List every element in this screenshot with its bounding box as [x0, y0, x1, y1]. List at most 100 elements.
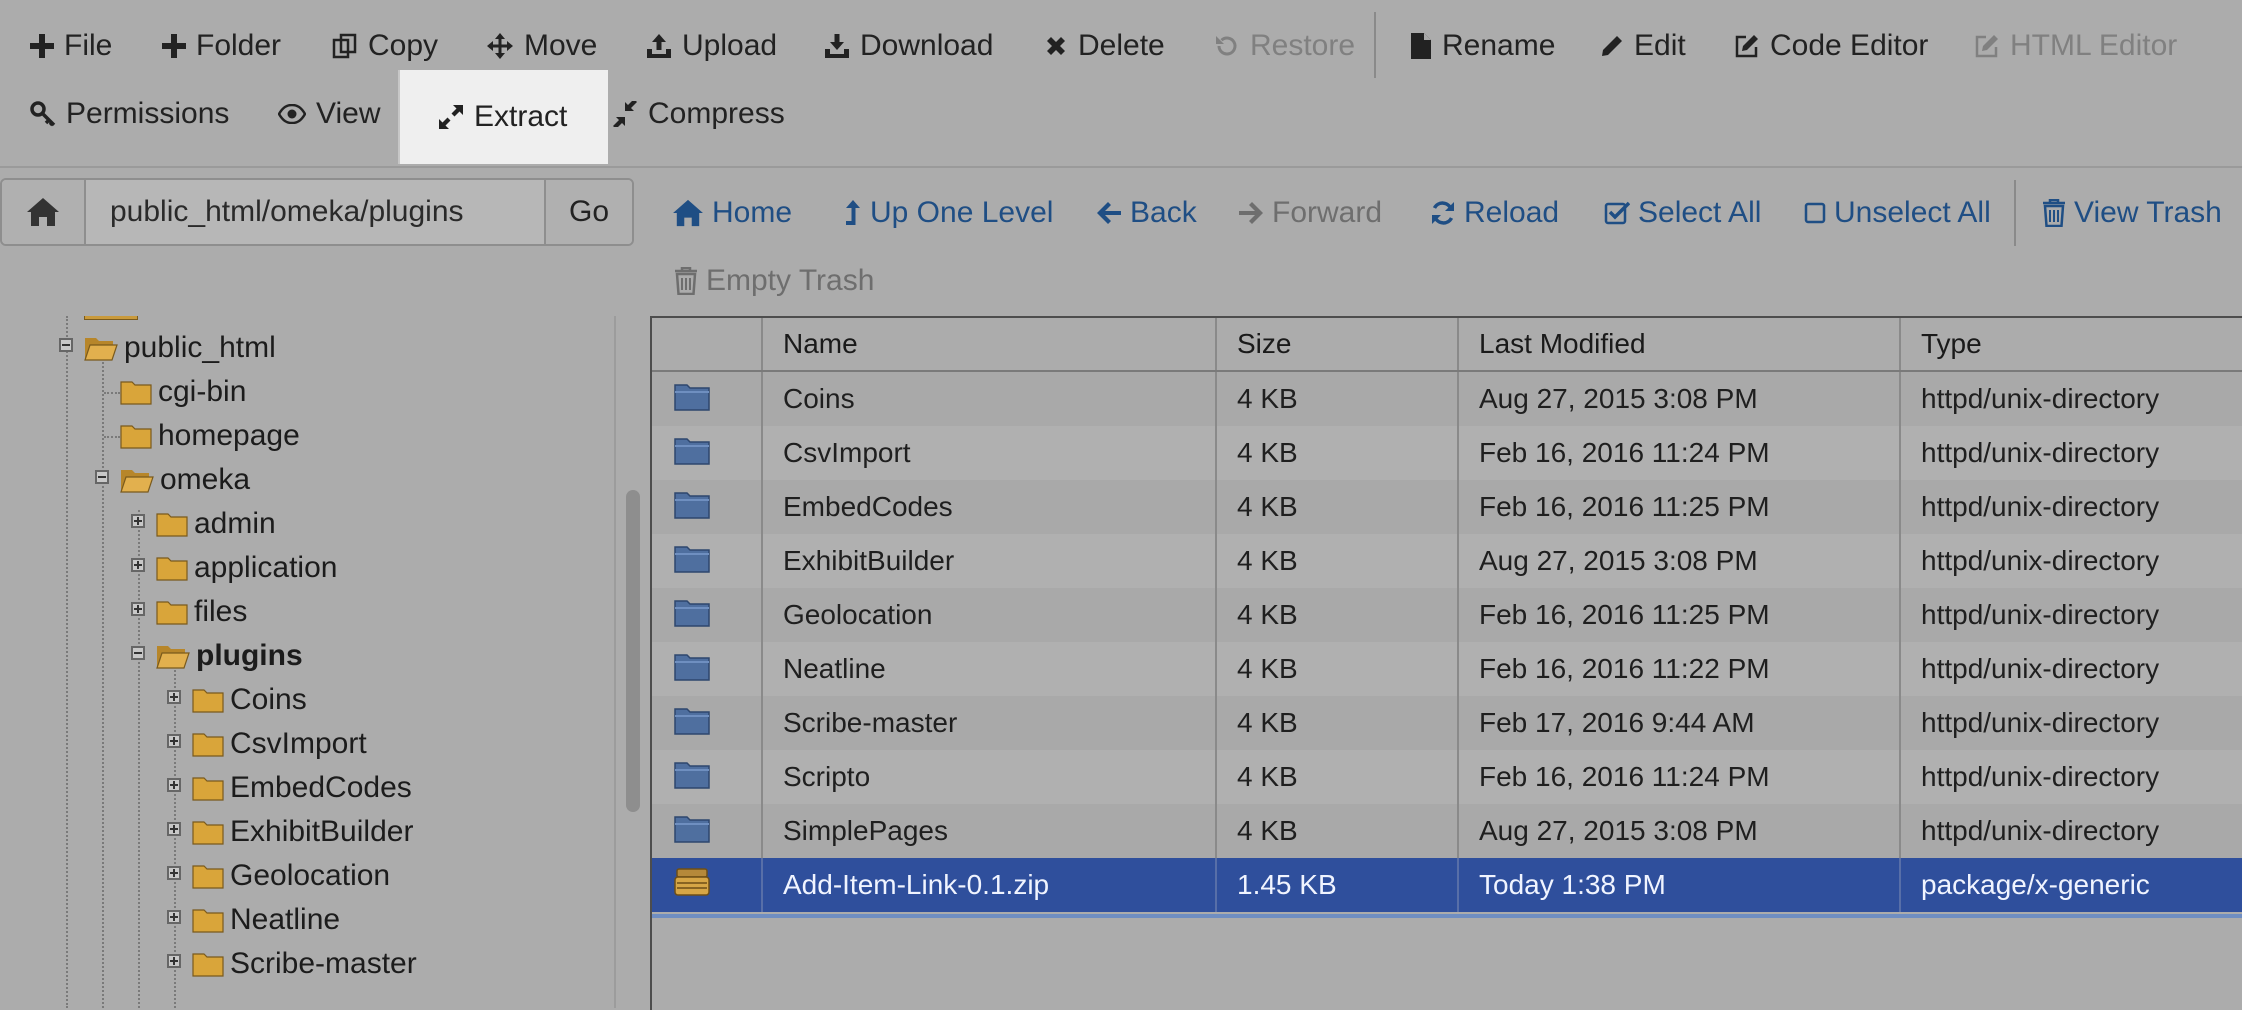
up-one-level-button[interactable]: Up One Level: [844, 188, 1053, 238]
file-icon: [1411, 33, 1431, 59]
folder-icon: [674, 653, 710, 681]
row-icon: [652, 426, 763, 480]
folder-icon: [192, 689, 224, 713]
row-name: Coins: [762, 371, 1217, 426]
reload-button[interactable]: Reload: [1430, 188, 1559, 238]
upload-icon: [647, 34, 671, 58]
folder-icon: [674, 815, 710, 843]
download-icon: [825, 34, 849, 58]
column-header-icon[interactable]: [652, 318, 763, 372]
tree-item-scribe-master[interactable]: Scribe-master: [192, 944, 417, 984]
row-type: httpd/unix-directory: [1900, 480, 2242, 534]
tree-toggle[interactable]: [131, 514, 145, 528]
tree-item-geolocation[interactable]: Geolocation: [192, 856, 390, 896]
tree-toggle[interactable]: [167, 822, 181, 836]
row-name: Neatline: [762, 642, 1217, 696]
row-size: 4 KB: [1216, 480, 1459, 534]
upload-button[interactable]: Upload: [646, 12, 777, 80]
row-name: Geolocation: [762, 588, 1217, 642]
row-last-modified: Aug 27, 2015 3:08 PM: [1458, 534, 1901, 588]
restore-button[interactable]: Restore: [1214, 12, 1355, 80]
row-type: httpd/unix-directory: [1900, 750, 2242, 804]
plus-icon: [30, 34, 54, 58]
table-row[interactable]: Scripto 4 KB Feb 16, 2016 11:24 PM httpd/un…: [652, 750, 2242, 804]
path-input[interactable]: [86, 180, 544, 244]
folder-icon: [674, 545, 710, 573]
tree-item-omeka[interactable]: omeka: [120, 460, 250, 500]
row-last-modified: Feb 16, 2016 11:22 PM: [1458, 642, 1901, 696]
tree-item-cgi-bin[interactable]: cgi-bin: [120, 372, 246, 412]
column-header-size[interactable]: Size: [1216, 318, 1459, 372]
tree-toggle[interactable]: [167, 734, 181, 748]
tree-item-homepage[interactable]: homepage: [120, 416, 300, 456]
folder-open-icon: [120, 470, 154, 493]
table-row[interactable]: EmbedCodes 4 KB Feb 16, 2016 11:25 PM httpd…: [652, 480, 2242, 534]
edit-button[interactable]: Edit: [1600, 12, 1686, 80]
selected-row-underline: [652, 914, 2242, 918]
code-editor-button[interactable]: Code Editor: [1734, 12, 1928, 80]
tree-item-csvimport[interactable]: CsvImport: [192, 724, 367, 764]
row-last-modified: Aug 27, 2015 3:08 PM: [1458, 804, 1901, 858]
extract-button[interactable]: Extract: [398, 70, 608, 164]
tree-toggle[interactable]: [167, 690, 181, 704]
nav-home-button[interactable]: Home: [672, 188, 792, 238]
view-trash-button[interactable]: View Trash: [2042, 188, 2222, 238]
tree-toggle[interactable]: [167, 778, 181, 792]
tree-item-admin[interactable]: admin: [156, 504, 276, 544]
tree-item-files[interactable]: files: [156, 592, 247, 632]
table-row[interactable]: Geolocation 4 KB Feb 16, 2016 11:25 PM http…: [652, 588, 2242, 642]
table-row[interactable]: Neatline 4 KB Feb 16, 2016 11:22 PM httpd/u…: [652, 642, 2242, 696]
tree-toggle[interactable]: [59, 338, 73, 352]
eye-icon: [278, 104, 306, 124]
path-home-button[interactable]: [2, 180, 86, 244]
forward-button[interactable]: Forward: [1238, 188, 1382, 238]
tree-toggle[interactable]: [131, 602, 145, 616]
go-button[interactable]: Go: [544, 180, 632, 244]
tree-item-application[interactable]: application: [156, 548, 337, 588]
file-table: Name Size Last Modified Type Coins 4 KB Au…: [652, 318, 2242, 912]
row-name: Scripto: [762, 750, 1217, 804]
row-size: 4 KB: [1216, 750, 1459, 804]
table-row[interactable]: CsvImport 4 KB Feb 16, 2016 11:24 PM httpd/…: [652, 426, 2242, 480]
file-button[interactable]: File: [30, 12, 112, 80]
row-last-modified: Aug 27, 2015 3:08 PM: [1458, 371, 1901, 426]
folder-button[interactable]: Folder: [162, 12, 281, 80]
delete-button[interactable]: Delete: [1044, 12, 1165, 80]
empty-trash-button[interactable]: Empty Trash: [674, 256, 874, 306]
table-row[interactable]: SimplePages 4 KB Aug 27, 2015 3:08 PM httpd…: [652, 804, 2242, 858]
column-header-name[interactable]: Name: [762, 318, 1217, 372]
tree-item-embedcodes[interactable]: EmbedCodes: [192, 768, 412, 808]
tree-toggle[interactable]: [167, 866, 181, 880]
column-header-type[interactable]: Type: [1900, 318, 2242, 372]
tree-item-exhibitbuilder[interactable]: ExhibitBuilder: [192, 812, 413, 852]
back-button[interactable]: Back: [1096, 188, 1197, 238]
row-icon: [652, 750, 763, 804]
table-row[interactable]: Add-Item-Link-0.1.zip 1.45 KB Today 1:38 P…: [652, 858, 2242, 912]
download-button[interactable]: Download: [824, 12, 993, 80]
unselect-all-button[interactable]: Unselect All: [1804, 188, 1991, 238]
tree-toggle[interactable]: [167, 954, 181, 968]
row-last-modified: Today 1:38 PM: [1458, 858, 1901, 912]
tree-toggle[interactable]: [95, 470, 109, 484]
tree-toggle[interactable]: [131, 646, 145, 660]
view-button[interactable]: View: [278, 80, 380, 148]
table-row[interactable]: Scribe-master 4 KB Feb 17, 2016 9:44 AM htt…: [652, 696, 2242, 750]
table-row[interactable]: Coins 4 KB Aug 27, 2015 3:08 PM httpd/unix-…: [652, 371, 2242, 426]
column-header-last-modified[interactable]: Last Modified: [1458, 318, 1901, 372]
table-row[interactable]: ExhibitBuilder 4 KB Aug 27, 2015 3:08 PM ht…: [652, 534, 2242, 588]
html-editor-button[interactable]: HTML Editor: [1974, 12, 2177, 80]
tree-toggle[interactable]: [131, 558, 145, 572]
tree-item-public-html[interactable]: public_html: [84, 328, 276, 368]
compress-button[interactable]: Compress: [612, 80, 785, 148]
folder-icon: [192, 953, 224, 977]
row-last-modified: Feb 17, 2016 9:44 AM: [1458, 696, 1901, 750]
tree-item-plugins[interactable]: plugins: [156, 636, 303, 676]
rename-button[interactable]: Rename: [1410, 12, 1555, 80]
file-list: Name Size Last Modified Type Coins 4 KB Au…: [650, 316, 2242, 1010]
select-all-button[interactable]: Select All: [1604, 188, 1761, 238]
tree-scrollbar-thumb[interactable]: [626, 490, 640, 812]
tree-item-coins[interactable]: Coins: [192, 680, 307, 720]
permissions-button[interactable]: Permissions: [30, 80, 229, 148]
tree-item-neatline[interactable]: Neatline: [192, 900, 340, 940]
tree-toggle[interactable]: [167, 910, 181, 924]
